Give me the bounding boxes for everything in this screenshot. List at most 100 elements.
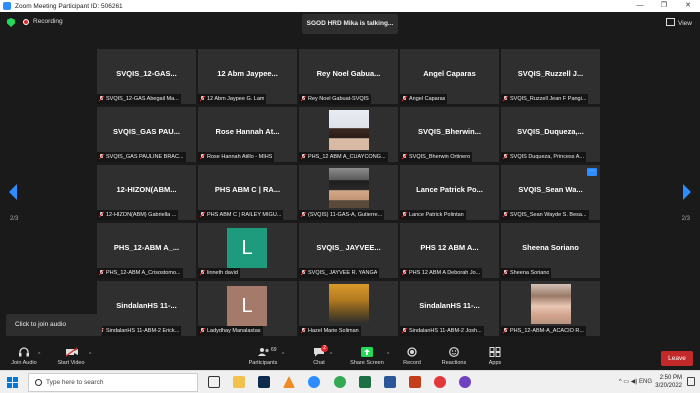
participant-full-name: linneth david	[207, 270, 238, 276]
excel-icon[interactable]	[359, 376, 371, 388]
reactions-button[interactable]: Reactions	[438, 347, 470, 366]
participant-name-bar: SindalanHS 11-ABM-2 Erick...	[97, 326, 182, 336]
participant-display-name: 12 Abm Jaypee...	[217, 69, 278, 78]
join-audio-button[interactable]: Join Audio	[8, 347, 40, 366]
app-icon-2[interactable]	[459, 376, 471, 388]
muted-mic-icon	[99, 96, 104, 102]
maximize-button[interactable]: ❐	[652, 0, 676, 12]
participant-tile[interactable]: Llinneth david	[198, 223, 297, 278]
start-video-label: Start Video	[57, 360, 85, 366]
muted-mic-icon	[503, 270, 508, 276]
participant-name-bar: PHS_12-ABM-A_ACACIO R...	[501, 326, 586, 336]
audio-options-chevron-icon[interactable]: ^	[38, 352, 40, 358]
chrome-icon[interactable]	[334, 376, 346, 388]
participant-tile[interactable]: 12 Abm Jaypee... 12 Abm Jaypee G. Lam	[198, 49, 297, 104]
close-button[interactable]: ✕	[676, 0, 700, 12]
participant-full-name: PHS 12 ABM A Deborah Jo...	[409, 270, 481, 276]
previous-page-arrow-icon[interactable]	[9, 184, 19, 200]
participant-tile[interactable]: Rose Hannah At... Rose Hannah Atillo - MI…	[198, 107, 297, 162]
zoom-logo-icon	[3, 2, 11, 10]
clock-time: 2:50 PM	[659, 375, 682, 381]
participant-name-bar: SVQIS_Bherwin Ortinero	[400, 152, 473, 162]
app-icon[interactable]	[434, 376, 446, 388]
muted-mic-icon	[503, 154, 508, 160]
leave-button[interactable]: Leave	[661, 351, 693, 366]
participant-tile[interactable]: 12-HIZON(ABM... 12-HIZON(ABM) Gabriella .…	[97, 165, 196, 220]
participant-tile[interactable]: SVQIS_Ruzzell J... SVQIS_Ruzzell Jean F P…	[501, 49, 600, 104]
word-icon[interactable]	[384, 376, 396, 388]
notification-icon[interactable]	[687, 377, 695, 386]
chat-badge: 2	[321, 345, 328, 352]
record-button[interactable]: Record	[400, 347, 424, 366]
next-page-arrow-icon[interactable]	[681, 184, 691, 200]
minimize-button[interactable]: —	[628, 0, 652, 12]
participant-name-bar: SindalanHS 11-ABM-2 Josh...	[400, 326, 484, 336]
file-explorer-icon[interactable]	[233, 376, 245, 388]
apps-icon	[489, 347, 501, 357]
headphones-icon	[18, 347, 30, 357]
muted-mic-icon	[503, 96, 508, 102]
video-off-icon	[65, 347, 78, 357]
windows-start-icon[interactable]	[7, 377, 18, 388]
participant-display-name: Angel Caparas	[423, 69, 476, 78]
zoom-taskbar-icon[interactable]	[308, 376, 320, 388]
participant-display-name: SindalanHS 11-...	[419, 301, 480, 310]
participant-name-bar: Rey Noel Gabuat-SVQIS	[299, 94, 371, 104]
participant-tile[interactable]: Sheena Soriano Sheena Soriano	[501, 223, 600, 278]
share-chevron-icon[interactable]: ^	[387, 352, 389, 358]
participant-tile[interactable]: SVQIS_GAS PAU... SVQIS_GAS PAULINE BRAC..…	[97, 107, 196, 162]
participant-tile[interactable]: PHS_12-ABM A_... PHS_12-ABM A_Crisostomo.…	[97, 223, 196, 278]
window-controls: — ❐ ✕	[628, 0, 700, 12]
muted-mic-icon	[200, 270, 205, 276]
muted-mic-icon	[402, 154, 407, 160]
participant-tile[interactable]: SVQIS_Bherwin... SVQIS_Bherwin Ortinero	[400, 107, 499, 162]
participant-tile[interactable]: SVQIS_12-GAS... SVQIS_12-GAS Abegail Ma..…	[97, 49, 196, 104]
participant-tile[interactable]: (SVQIS) 11-GAS-A, Gutierre...	[299, 165, 398, 220]
participant-display-name: PHS_12-ABM A_...	[113, 243, 180, 252]
apps-button[interactable]: Apps	[484, 347, 506, 366]
participant-display-name: SVQIS_ JAYVEE...	[316, 243, 381, 252]
muted-mic-icon	[402, 328, 407, 334]
participant-tile[interactable]: L Ladydhay Manalastas	[198, 281, 297, 336]
title-bar: Zoom Meeting Participant ID: 506261 — ❐ …	[0, 0, 700, 12]
participant-tile[interactable]: Hazel Marie Soliman	[299, 281, 398, 336]
participant-full-name: Rose Hannah Atillo - MIHS	[207, 154, 273, 160]
shield-icon[interactable]	[7, 18, 15, 27]
participant-tile[interactable]: SVQIS_ JAYVEE... SVQIS_ JAYVEE R. YANGA	[299, 223, 398, 278]
participant-tile[interactable]: SindalanHS 11-... SindalanHS 11-ABM-2 Jos…	[400, 281, 499, 336]
participant-tile[interactable]: PHS ABM C | RA... PHS ABM C | RAILEY MIGU…	[198, 165, 297, 220]
taskbar-search-box[interactable]: Type here to search	[28, 373, 198, 392]
participant-display-name: Sheena Soriano	[522, 243, 579, 252]
photoshop-icon[interactable]	[258, 376, 270, 388]
powerpoint-icon[interactable]	[409, 376, 421, 388]
page-indicator-right: 2/3	[681, 216, 690, 222]
more-options-button[interactable]: ···	[587, 168, 597, 176]
participant-tile[interactable]: SVQIS_Duqueza,... SVQIS Duqueza, Princess…	[501, 107, 600, 162]
apps-label: Apps	[488, 360, 502, 366]
share-screen-button[interactable]: Share Screen	[348, 347, 386, 366]
taskbar-clock[interactable]: 2:50 PM 3/20/2022	[655, 374, 682, 390]
participant-tile[interactable]: SindalanHS 11-... SindalanHS 11-ABM-2 Eri…	[97, 281, 196, 336]
muted-mic-icon	[402, 212, 407, 218]
taskbar-search-placeholder: Type here to search	[46, 379, 104, 386]
participant-full-name: SVQIS_ JAYVEE R. YANGA	[308, 270, 378, 276]
recording-label: Recording	[33, 18, 63, 25]
vlc-icon[interactable]	[283, 376, 295, 388]
start-video-button[interactable]: Start Video	[54, 347, 88, 366]
participant-name-bar: SVQIS_Sean Wayde S. Besa...	[501, 210, 589, 220]
participant-name-bar: Ladydhay Manalastas	[198, 326, 263, 336]
system-tray-icons[interactable]: ^ ▭ ◀) ENG	[619, 378, 652, 385]
task-view-icon[interactable]	[208, 376, 220, 388]
video-options-chevron-icon[interactable]: ^	[89, 352, 91, 358]
chat-chevron-icon[interactable]: ^	[330, 352, 332, 358]
participants-chevron-icon[interactable]: ^	[282, 352, 284, 358]
participant-tile[interactable]: Lance Patrick Po... Lance Patrick Polinta…	[400, 165, 499, 220]
participant-tile[interactable]: Angel Caparas Angel Caparas	[400, 49, 499, 104]
participant-tile[interactable]: PHS 12 ABM A... PHS 12 ABM A Deborah Jo..…	[400, 223, 499, 278]
view-button[interactable]: View	[666, 18, 692, 27]
participant-tile[interactable]: PHS_12-ABM-A_ACACIO R...	[501, 281, 600, 336]
participant-tile[interactable]: PHS_12 ABM A_CUAYCONG...	[299, 107, 398, 162]
participant-tile[interactable]: SVQIS_Sean Wa... ··· SVQIS_Sean Wayde S. B…	[501, 165, 600, 220]
participant-name-bar: Hazel Marie Soliman	[299, 326, 361, 336]
participant-tile[interactable]: Rey Noel Gabua... Rey Noel Gabuat-SVQIS	[299, 49, 398, 104]
